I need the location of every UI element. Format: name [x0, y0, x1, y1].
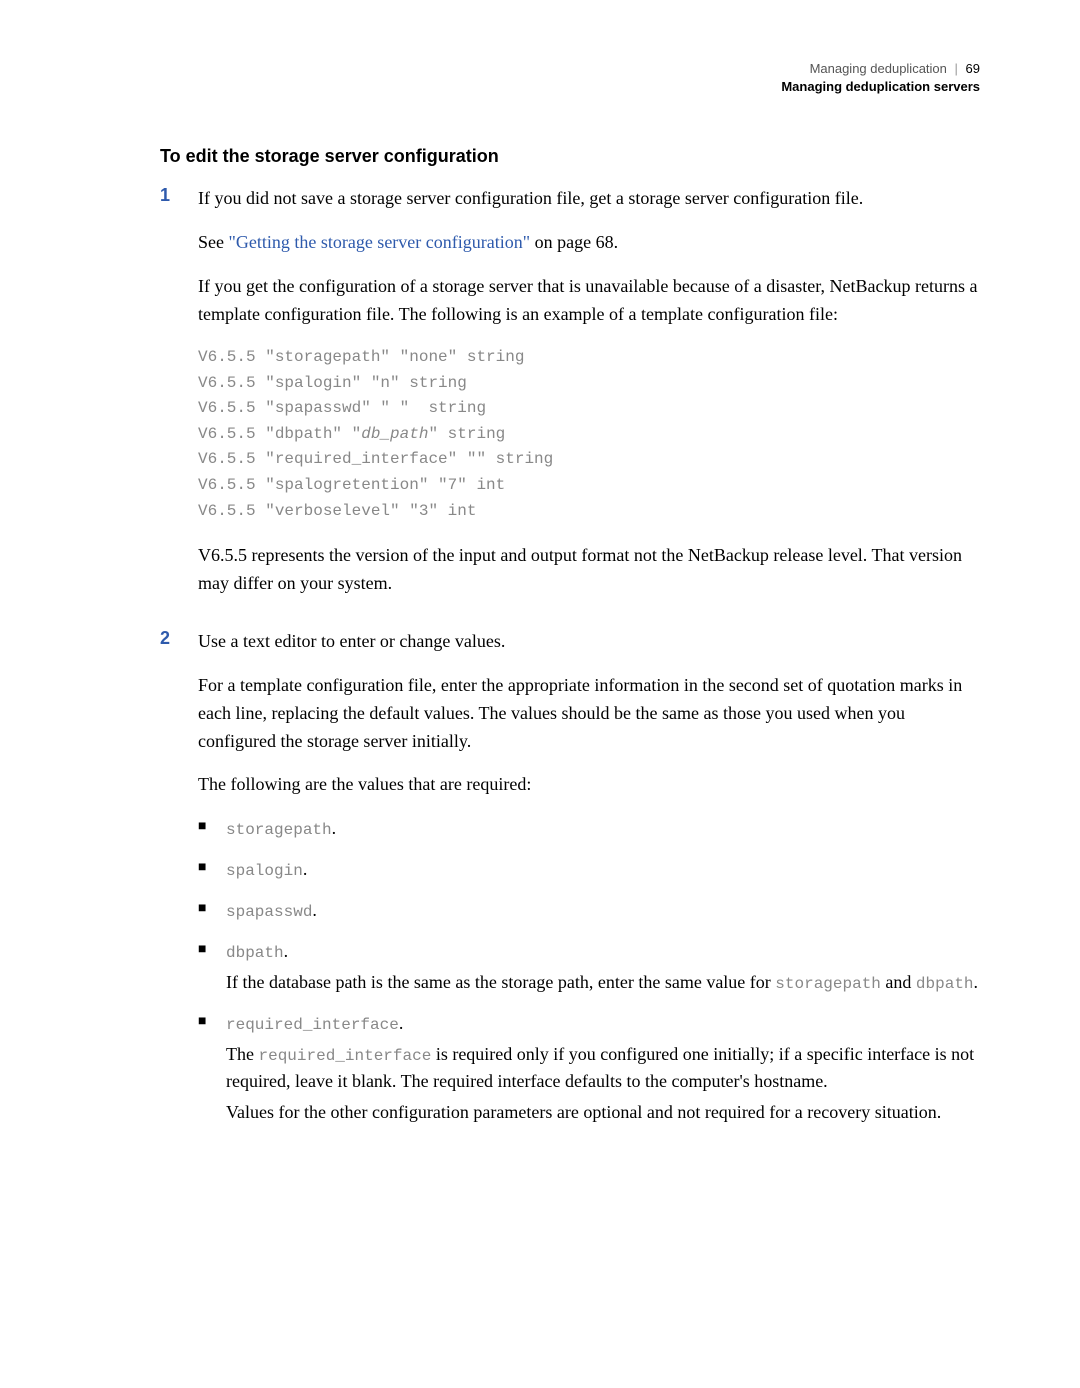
header-page-number: 69: [966, 61, 980, 76]
para: If you get the configuration of a storag…: [198, 273, 980, 329]
step-2: 2 Use a text editor to enter or change v…: [160, 628, 980, 1140]
para: For a template configuration file, enter…: [198, 672, 980, 756]
code-inline: spalogin: [226, 862, 303, 880]
text: The: [226, 1044, 258, 1064]
xref-link[interactable]: "Getting the storage server configuratio…: [229, 232, 531, 252]
para-see-ref: See "Getting the storage server configur…: [198, 229, 980, 257]
code-inline: required_interface: [226, 1016, 399, 1034]
text: If the database path is the same as the …: [226, 972, 775, 992]
list-item: spalogin.: [198, 856, 980, 883]
step-body: Use a text editor to enter or change val…: [198, 628, 980, 1140]
header-subtitle: Managing deduplication servers: [160, 78, 980, 96]
bullet-list: storagepath. spalogin. spapasswd. dbpath…: [198, 815, 980, 1126]
code-inline: storagepath: [226, 821, 332, 839]
code-line: V6.5.5 "spalogretention" "7" int: [198, 476, 505, 494]
para: V6.5.5 represents the version of the inp…: [198, 542, 980, 598]
code-line: V6.5.5 "required_interface" "" string: [198, 450, 553, 468]
list-item: dbpath. If the database path is the same…: [198, 938, 980, 996]
step-body: If you did not save a storage server con…: [198, 185, 980, 614]
list-sub: The required_interface is required only …: [226, 1041, 980, 1095]
code-inline: storagepath: [775, 975, 881, 993]
list-sub: If the database path is the same as the …: [226, 969, 980, 996]
code-inline: dbpath: [916, 975, 974, 993]
list-item: required_interface. The required_interfa…: [198, 1010, 980, 1126]
code-line-part: " string: [428, 425, 505, 443]
page-content: Managing deduplication | 69 Managing ded…: [0, 0, 1080, 1214]
header-group: Managing deduplication: [810, 61, 947, 76]
code-line: V6.5.5 "spalogin" "n" string: [198, 374, 467, 392]
code-block: V6.5.5 "storagepath" "none" string V6.5.…: [198, 345, 980, 524]
list-sub: Values for the other configuration param…: [226, 1099, 980, 1126]
see-prefix: See: [198, 232, 229, 252]
code-inline: dbpath: [226, 944, 284, 962]
code-inline: required_interface: [258, 1047, 431, 1065]
code-line-part: V6.5.5 "dbpath" ": [198, 425, 361, 443]
section-heading: To edit the storage server configuration: [160, 146, 980, 167]
code-italic: db_path: [361, 425, 428, 443]
page-header: Managing deduplication | 69 Managing ded…: [160, 60, 980, 96]
text: and: [881, 972, 916, 992]
step-number: 2: [160, 628, 198, 1140]
see-suffix: on page 68.: [530, 232, 618, 252]
code-inline: spapasswd: [226, 903, 312, 921]
para: The following are the values that are re…: [198, 771, 980, 799]
para: Use a text editor to enter or change val…: [198, 628, 980, 656]
header-divider: |: [955, 61, 958, 76]
code-line: V6.5.5 "verboselevel" "3" int: [198, 502, 476, 520]
code-line: V6.5.5 "spapasswd" " " string: [198, 399, 486, 417]
para: If you did not save a storage server con…: [198, 185, 980, 213]
step-1: 1 If you did not save a storage server c…: [160, 185, 980, 614]
list-item: storagepath.: [198, 815, 980, 842]
list-item: spapasswd.: [198, 897, 980, 924]
step-number: 1: [160, 185, 198, 614]
header-top-line: Managing deduplication | 69: [160, 60, 980, 78]
code-line: V6.5.5 "storagepath" "none" string: [198, 348, 524, 366]
